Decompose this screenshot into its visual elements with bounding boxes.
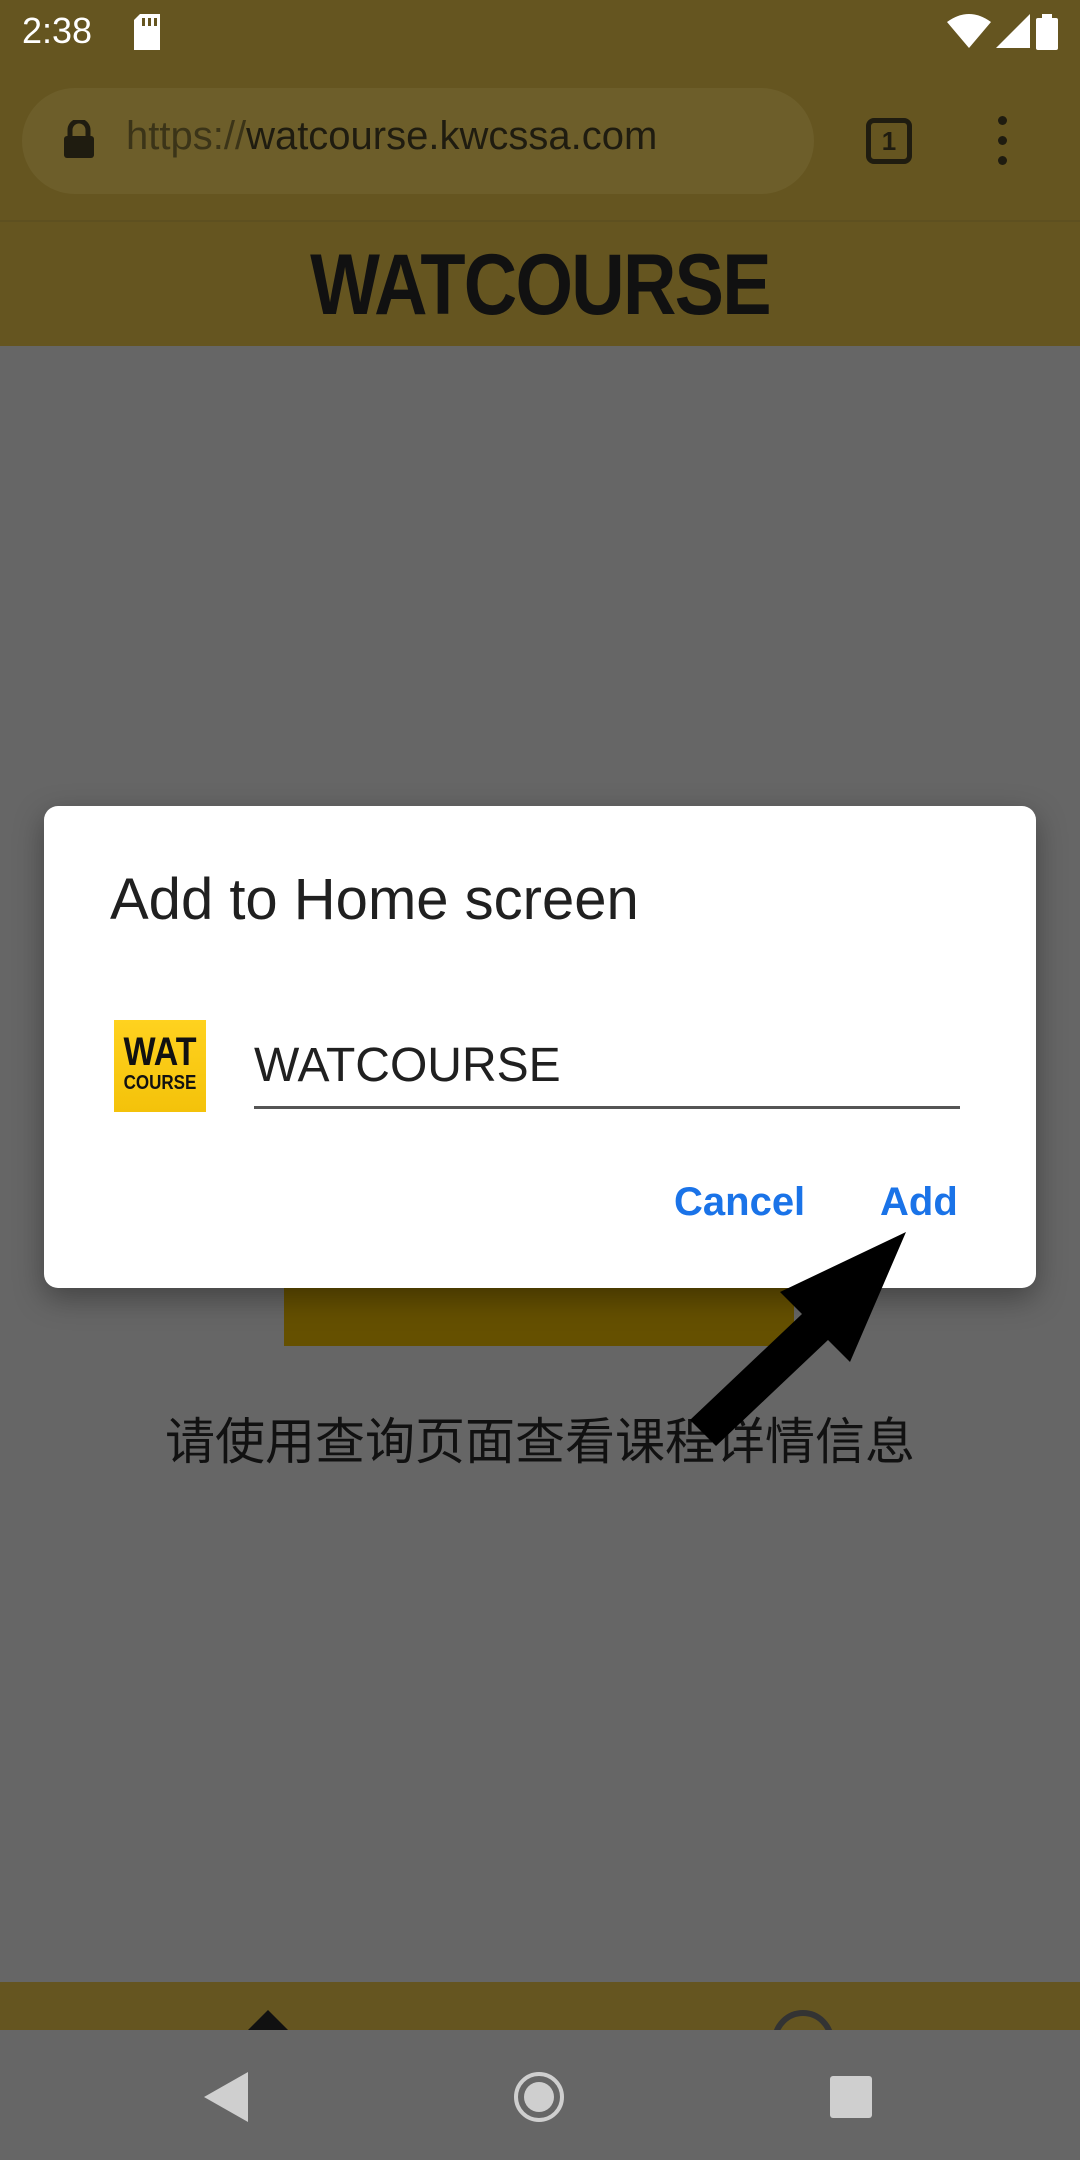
lock-icon [64, 118, 94, 163]
site-title: WATCOURSE [310, 237, 771, 333]
browser-toolbar: https://watcourse.kwcssa.com 1 [0, 66, 1080, 220]
add-button[interactable]: Add [880, 1180, 958, 1225]
url-bar[interactable]: https://watcourse.kwcssa.com [22, 88, 814, 194]
battery-icon [1036, 14, 1058, 50]
pointer-arrow-icon [690, 1232, 906, 1446]
signal-icon [995, 14, 1030, 48]
recents-icon[interactable] [830, 2076, 872, 2118]
search-icon[interactable] [772, 2010, 834, 2030]
wifi-icon [947, 14, 992, 48]
status-time: 2:38 [22, 10, 93, 51]
site-header: WATCOURSE [0, 220, 1080, 346]
app-icon-line1: WAT [123, 1030, 197, 1074]
back-icon[interactable] [204, 2072, 248, 2127]
app-icon-line2: COURSE [123, 1072, 197, 1094]
home-icon[interactable] [248, 2010, 288, 2030]
app-icon: WAT COURSE [114, 1020, 206, 1112]
bottom-app-bar [0, 1982, 1080, 2030]
url-host: watcourse.kwcssa.com [246, 114, 658, 158]
sd-card-icon [132, 14, 162, 55]
url-scheme: https:// [126, 114, 247, 158]
add-to-home-dialog: Add to Home screen WAT COURSE Cancel Add [44, 806, 1036, 1288]
tab-switcher-button[interactable]: 1 [866, 118, 912, 164]
overflow-menu-icon[interactable] [990, 116, 1014, 172]
url-text: https://watcourse.kwcssa.com [126, 114, 657, 159]
system-nav-bar [0, 2030, 1080, 2160]
status-bar: 2:38 [0, 0, 1080, 66]
home-button-icon[interactable] [514, 2072, 564, 2122]
dialog-title: Add to Home screen [110, 867, 639, 932]
shortcut-name-input[interactable] [254, 1024, 960, 1109]
cancel-button[interactable]: Cancel [674, 1180, 805, 1225]
